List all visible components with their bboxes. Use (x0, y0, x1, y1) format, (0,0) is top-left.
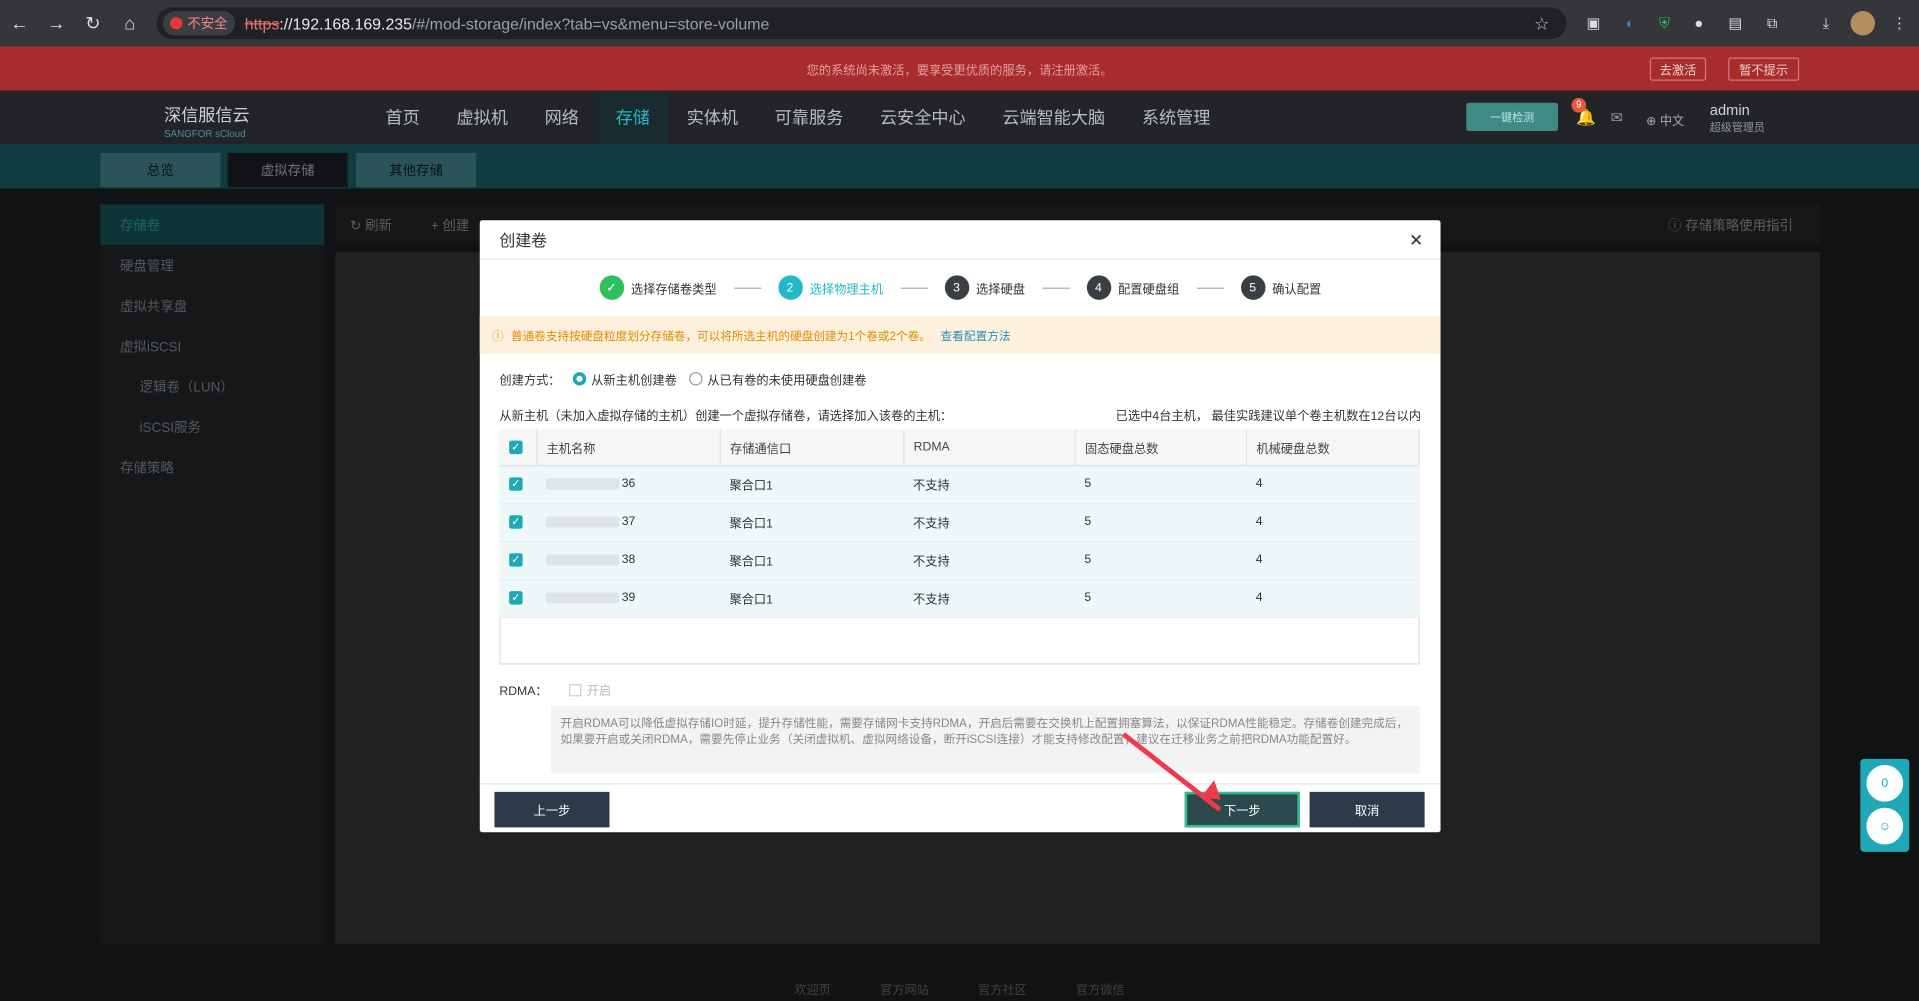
host-table: ✓ 主机名称 存储通信口 RDMA 固态硬盘总数 机械硬盘总数 ✓ 36 聚合口1 不… (499, 429, 1420, 618)
address-bar[interactable]: 不安全 https://192.168.169.235/#/mod-storag… (156, 7, 1567, 40)
step-divider (1042, 287, 1070, 289)
step-divider (1196, 287, 1224, 289)
url-host: ://192.168.169.235 (279, 14, 412, 33)
row-checkbox[interactable]: ✓ (499, 578, 537, 618)
banner-text: 您的系统尚未激活，要享受更优质的服务，请注册激活。 (806, 64, 1113, 78)
step-divider (900, 287, 928, 289)
logo: 深信服信云 SANGFOR sCloud (164, 105, 250, 140)
menu-home[interactable]: 首页 (367, 91, 438, 145)
radio-new-host[interactable] (572, 372, 587, 386)
close-icon[interactable]: ✕ (1409, 230, 1423, 251)
menu-system[interactable]: 系统管理 (1124, 91, 1229, 145)
host-hint: 从新主机（未加入虚拟存储的主机）创建一个虚拟存储卷，请选择加入该卷的主机： (499, 410, 953, 424)
radio-existing-disk[interactable] (689, 372, 703, 386)
redacted-host (545, 592, 620, 604)
menu-vm[interactable]: 虚拟机 (438, 91, 526, 145)
check-icon: ✓ (599, 275, 624, 300)
col-port: 存储通信口 (719, 429, 904, 466)
stepper: ✓ 选择存储卷类型 2 选择物理主机 3 选择硬盘 4 配置硬盘组 5 确认配置 (480, 259, 1441, 315)
prev-button[interactable]: 上一步 (494, 791, 610, 828)
table-row[interactable]: ✓ 39 聚合口1 不支持 5 4 (499, 578, 1420, 618)
profile-avatar[interactable] (1850, 11, 1876, 36)
create-mode: 创建方式： 从新主机创建卷 从已有卷的未使用硬盘创建卷 (499, 370, 867, 388)
menu-dots-icon[interactable]: ⋮ (1887, 11, 1911, 35)
table-row[interactable]: ✓ 37 聚合口1 不支持 5 4 (499, 503, 1420, 542)
config-method-link[interactable]: 查看配置方法 (941, 326, 1011, 343)
activation-banner: 您的系统尚未激活，要享受更优质的服务，请注册激活。 去激活 暂不提示 (0, 46, 1919, 91)
info-icon: ⓘ (492, 329, 504, 344)
language-switch[interactable]: ⊕ 中文 (1646, 110, 1684, 128)
browser-toolbar: ← → ↻ ⌂ 不安全 https://192.168.169.235/#/mo… (0, 0, 1919, 47)
dialog-title: 创建卷 (499, 231, 548, 250)
warning-icon (170, 17, 183, 30)
menu-physical[interactable]: 实体机 (668, 91, 756, 145)
col-ssd: 固态硬盘总数 (1074, 429, 1247, 466)
row-checkbox[interactable]: ✓ (499, 465, 537, 504)
step-4: 4 配置硬盘组 (1086, 275, 1179, 300)
selected-count: 已选中4台主机， 最佳实践建议单个卷主机数在12台以内 (1115, 410, 1421, 424)
menu-network[interactable]: 网络 (526, 91, 597, 145)
home-icon[interactable]: ⌂ (113, 6, 147, 40)
float-count: 0 (1866, 764, 1904, 802)
extension-icon[interactable]: ▣ (1581, 11, 1605, 35)
step-divider (733, 287, 761, 289)
rdma-note: 开启RDMA可以降低虚拟存储IO时延，提升存储性能，需要存储网卡支持RDMA，开… (550, 706, 1420, 774)
url-scheme: https (244, 14, 280, 33)
shield-icon[interactable]: ⛨ (1652, 11, 1676, 35)
menu-reliable[interactable]: 可靠服务 (756, 91, 861, 145)
back-icon[interactable]: ← (2, 6, 36, 40)
detect-button[interactable]: 一键检测 (1466, 102, 1559, 131)
table-row[interactable]: ✓ 38 聚合口1 不支持 5 4 (499, 540, 1420, 580)
rdma-row: RDMA： 开启 (499, 683, 612, 699)
message-icon[interactable]: ✉ (1611, 109, 1623, 126)
floating-widget[interactable]: 0 ☺ (1860, 758, 1910, 852)
reload-icon[interactable]: ↻ (76, 6, 110, 40)
menu-storage[interactable]: 存储 (597, 90, 669, 145)
insecure-badge[interactable]: 不安全 (162, 11, 235, 36)
dialog-header: 创建卷 ✕ (479, 220, 1441, 260)
forward-icon[interactable]: → (39, 6, 73, 40)
service-icon[interactable]: ☺ (1866, 807, 1904, 845)
top-nav: 深信服信云 SANGFOR sCloud 首页 虚拟机 网络 存储 实体机 可靠服… (0, 90, 1919, 145)
activate-button[interactable]: 去激活 (1649, 57, 1707, 81)
step-2: 2 选择物理主机 (777, 275, 883, 300)
row-checkbox[interactable]: ✓ (499, 540, 537, 580)
menu-brain[interactable]: 云端智能大脑 (984, 91, 1124, 145)
rdma-checkbox[interactable] (569, 683, 582, 696)
url-path: /#/mod-storage/index?tab=vs&menu=store-v… (411, 14, 770, 33)
extension-gray-icon[interactable]: ● (1687, 11, 1711, 35)
dialog-footer: 上一步 下一步 取消 (479, 783, 1441, 832)
user-info[interactable]: admin 超级管理员 (1710, 102, 1765, 135)
download-icon[interactable]: ⤓ (1814, 11, 1838, 35)
dismiss-button[interactable]: 暂不提示 (1728, 57, 1800, 81)
puzzle-icon[interactable]: ⧉ (1760, 11, 1784, 35)
redacted-host (545, 516, 620, 528)
step-5: 5 确认配置 (1240, 275, 1321, 300)
extension-blue-icon[interactable]: ◐ (1618, 11, 1642, 35)
table-row[interactable]: ✓ 36 聚合口1 不支持 5 4 (499, 465, 1420, 504)
select-all-checkbox[interactable]: ✓ (499, 429, 537, 466)
step-3: 3 选择硬盘 (944, 275, 1025, 300)
cancel-button[interactable]: 取消 (1309, 791, 1425, 828)
row-checkbox[interactable]: ✓ (499, 503, 537, 542)
col-hdd: 机械硬盘总数 (1245, 429, 1420, 466)
main-menu: 首页 虚拟机 网络 存储 实体机 可靠服务 云安全中心 云端智能大脑 系统管理 (367, 90, 1229, 145)
redacted-host (545, 478, 620, 490)
menu-security[interactable]: 云安全中心 (862, 91, 984, 145)
col-rdma: RDMA (903, 429, 1076, 466)
document-icon[interactable]: ▤ (1723, 11, 1747, 35)
notification-badge: 9 (1571, 97, 1587, 113)
create-volume-dialog: 创建卷 ✕ ✓ 选择存储卷类型 2 选择物理主机 3 选择硬盘 4 配置硬盘组 5 确认配置… (479, 220, 1441, 833)
redacted-host (545, 554, 620, 566)
bookmark-star-icon[interactable]: ☆ (1534, 13, 1549, 34)
info-tip: ⓘ 普通卷支持按硬盘粒度划分存储卷，可以将所选主机的硬盘创建为1个卷或2个卷。 查看… (479, 315, 1441, 354)
step-1: ✓ 选择存储卷类型 (599, 275, 717, 300)
col-host: 主机名称 (536, 429, 721, 466)
